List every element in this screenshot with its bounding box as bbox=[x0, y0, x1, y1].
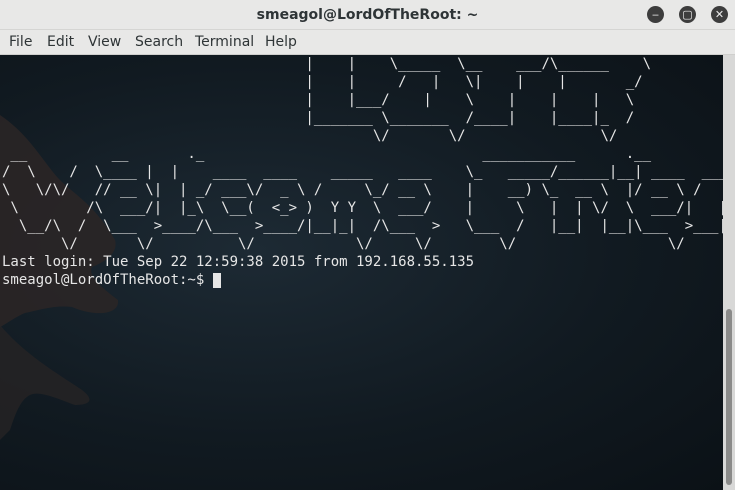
terminal-window: smeagol@LordOfTheRoot: ~ ‒ ▢ ✕ File Edit… bbox=[0, 0, 735, 490]
terminal-prompt: smeagol@LordOfTheRoot:~$ bbox=[2, 272, 213, 288]
terminal-scrollbar[interactable] bbox=[723, 55, 735, 490]
terminal-line: Last login: Tue Sep 22 12:59:38 2015 fro… bbox=[2, 254, 475, 270]
terminal-line: | | \_____ \__ ___/\______ \ bbox=[2, 56, 652, 72]
terminal-cursor bbox=[212, 273, 221, 288]
terminal-output: | | \_____ \__ ___/\______ \ | | / | \| … bbox=[0, 55, 723, 289]
title-bar[interactable]: smeagol@LordOfTheRoot: ~ ‒ ▢ ✕ bbox=[0, 0, 735, 30]
scroll-thumb[interactable] bbox=[726, 309, 732, 485]
terminal-line: __ __ ._ ___________ .__ bbox=[2, 146, 652, 162]
maximize-icon[interactable]: ▢ bbox=[679, 6, 696, 23]
menu-bar: File Edit View Search Terminal Help bbox=[0, 30, 735, 55]
menu-search[interactable]: Search bbox=[135, 30, 183, 55]
terminal-line: / \ / \____ | | ____ ____ _____ ____ \_ … bbox=[2, 164, 723, 180]
terminal-line: \ /\ ___/| |_\ \__( <_> ) Y Y \ ___/ | \… bbox=[10, 200, 723, 216]
terminal-line: \/ \/ \/ \/ \/ \/ \/ \/ \/ bbox=[61, 236, 685, 252]
terminal-line: |_______ \_______ /____| |____|_ / bbox=[2, 110, 635, 126]
terminal-line: | |___/ | \ | | | \ bbox=[2, 92, 635, 108]
menu-view[interactable]: View bbox=[88, 30, 121, 55]
terminal-line: \ \/\/ // __ \| | _/ ___\/ _ \ / \_/ __ … bbox=[2, 182, 723, 198]
terminal-line: | | / | \| | | _/ bbox=[2, 74, 643, 90]
menu-edit[interactable]: Edit bbox=[47, 30, 74, 55]
menu-file[interactable]: File bbox=[9, 30, 32, 55]
menu-help[interactable]: Help bbox=[265, 30, 297, 55]
close-icon[interactable]: ✕ bbox=[711, 6, 728, 23]
window-title: smeagol@LordOfTheRoot: ~ bbox=[256, 7, 479, 23]
terminal-line: \/ \/ \/ bbox=[2, 128, 618, 144]
terminal-line: \__/\ / \___ >____/\___ >____/|__|_| /\_… bbox=[18, 218, 723, 234]
terminal-area[interactable]: | | \_____ \__ ___/\______ \ | | / | \| … bbox=[0, 55, 723, 490]
minimize-icon[interactable]: ‒ bbox=[647, 6, 664, 23]
menu-terminal[interactable]: Terminal bbox=[195, 30, 254, 55]
